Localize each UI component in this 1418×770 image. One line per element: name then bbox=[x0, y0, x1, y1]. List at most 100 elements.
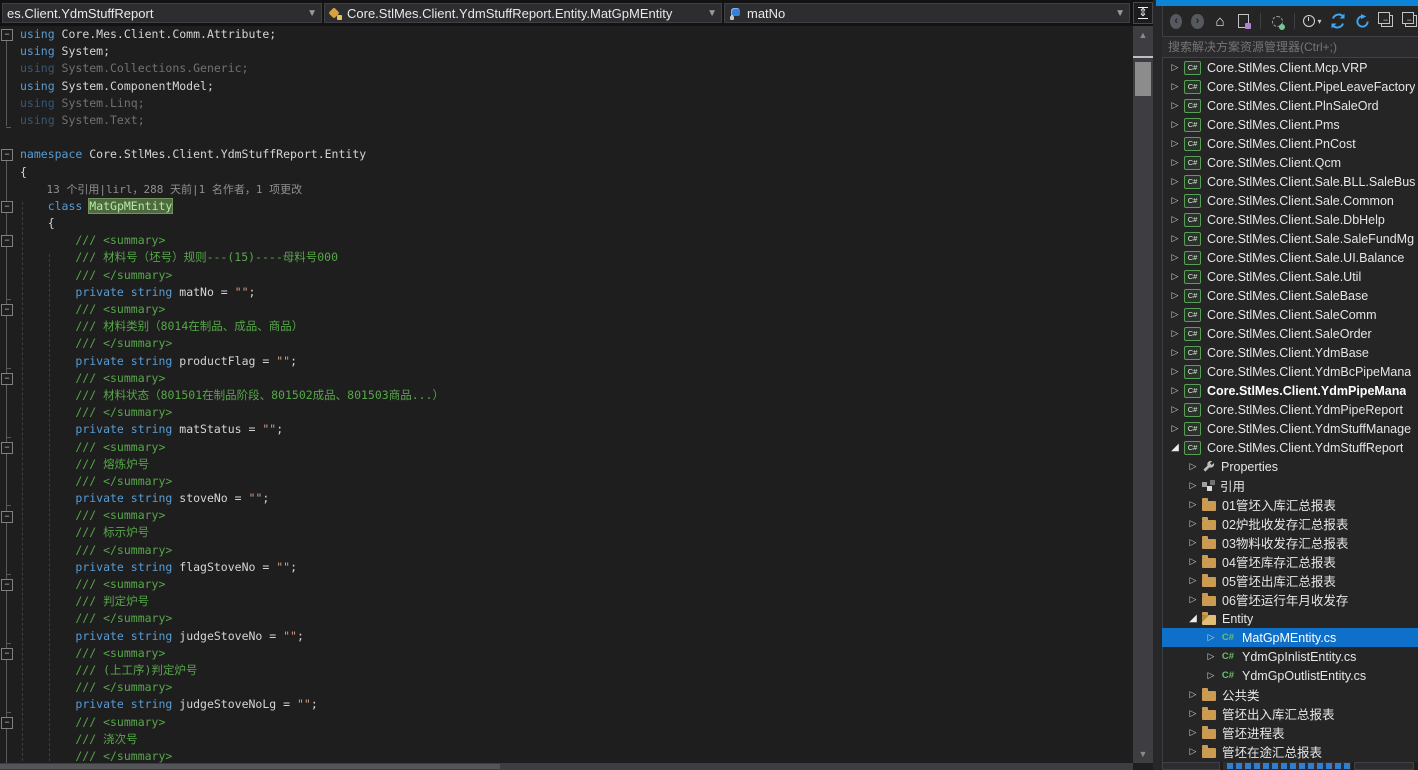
code-line[interactable]: /// 材料状态（801501在制品阶段、801502成品、801503商品..… bbox=[20, 387, 444, 404]
code-text[interactable]: using Core.Mes.Client.Comm.Attribute;usi… bbox=[20, 26, 444, 763]
code-line[interactable]: using System; bbox=[20, 43, 444, 60]
chevron-collapsed-icon[interactable]: ▷ bbox=[1204, 651, 1218, 662]
tree-item-02-[interactable]: ▷02炉批收发存汇总报表 bbox=[1162, 514, 1418, 533]
bottom-tab-active[interactable] bbox=[1223, 762, 1351, 770]
scroll-up-arrow-icon[interactable]: ▲ bbox=[1133, 28, 1153, 42]
code-line[interactable]: using Core.Mes.Client.Comm.Attribute; bbox=[20, 26, 444, 43]
tree-item-core-stlmes-client-ydmpipereport[interactable]: ▷C#Core.StlMes.Client.YdmPipeReport bbox=[1162, 400, 1418, 419]
chevron-collapsed-icon[interactable]: ▷ bbox=[1204, 632, 1218, 643]
tree-item-core-stlmes-client-mcp-vrp[interactable]: ▷C#Core.StlMes.Client.Mcp.VRP bbox=[1162, 58, 1418, 77]
home-button[interactable]: ⌂ bbox=[1213, 12, 1228, 30]
tree-item--[interactable]: ▷公共类 bbox=[1162, 685, 1418, 704]
chevron-collapsed-icon[interactable]: ▷ bbox=[1186, 689, 1200, 700]
tree-item--[interactable]: ▷管坯进程表 bbox=[1162, 723, 1418, 742]
code-line[interactable]: /// (上工序)判定炉号 bbox=[20, 662, 444, 679]
chevron-collapsed-icon[interactable]: ▷ bbox=[1186, 727, 1200, 738]
code-line[interactable]: /// </summary> bbox=[20, 473, 444, 490]
tree-item-core-stlmes-client-sale-bll-salebus[interactable]: ▷C#Core.StlMes.Client.Sale.BLL.SaleBus bbox=[1162, 172, 1418, 191]
collapse-all-button[interactable] bbox=[1379, 12, 1394, 30]
chevron-collapsed-icon[interactable]: ▷ bbox=[1186, 499, 1200, 510]
chevron-collapsed-icon[interactable]: ▷ bbox=[1168, 176, 1182, 187]
tree-item-core-stlmes-client-pms[interactable]: ▷C#Core.StlMes.Client.Pms bbox=[1162, 115, 1418, 134]
code-line[interactable]: /// </summary> bbox=[20, 610, 444, 627]
chevron-collapsed-icon[interactable]: ▷ bbox=[1186, 480, 1200, 491]
chevron-collapsed-icon[interactable]: ▷ bbox=[1168, 347, 1182, 358]
chevron-collapsed-icon[interactable]: ▷ bbox=[1204, 670, 1218, 681]
code-line[interactable]: private string matNo = ""; bbox=[20, 284, 444, 301]
chevron-collapsed-icon[interactable]: ▷ bbox=[1168, 100, 1182, 111]
tree-item-core-stlmes-client-ydmbcpipemana[interactable]: ▷C#Core.StlMes.Client.YdmBcPipeMana bbox=[1162, 362, 1418, 381]
editor-vertical-scrollbar[interactable]: ▲ ▼ bbox=[1133, 26, 1153, 763]
back-button[interactable]: ‹ bbox=[1170, 14, 1182, 29]
tree-item--[interactable]: ▷引用 bbox=[1162, 476, 1418, 495]
fold-collapse-box[interactable]: − bbox=[1, 149, 13, 161]
tree-item-core-stlmes-client-ydmpipemana[interactable]: ▷C#Core.StlMes.Client.YdmPipeMana bbox=[1162, 381, 1418, 400]
code-line[interactable]: /// <summary> bbox=[20, 370, 444, 387]
code-line[interactable]: /// 判定炉号 bbox=[20, 593, 444, 610]
chevron-collapsed-icon[interactable]: ▷ bbox=[1168, 195, 1182, 206]
code-line[interactable]: using System.Text; bbox=[20, 112, 444, 129]
code-line[interactable]: private string productFlag = ""; bbox=[20, 353, 444, 370]
chevron-collapsed-icon[interactable]: ▷ bbox=[1168, 271, 1182, 282]
tree-item-core-stlmes-client-pipeleavefactory[interactable]: ▷C#Core.StlMes.Client.PipeLeaveFactory bbox=[1162, 77, 1418, 96]
fold-collapse-box[interactable]: − bbox=[1, 201, 13, 213]
type-dropdown[interactable]: Core.StlMes.Client.YdmStuffReport.Entity… bbox=[324, 3, 722, 23]
tree-item-entity[interactable]: ◢Entity bbox=[1162, 609, 1418, 628]
code-line[interactable]: private string matStatus = ""; bbox=[20, 421, 444, 438]
code-line[interactable]: /// <summary> bbox=[20, 576, 444, 593]
code-line[interactable]: /// 熔炼炉号 bbox=[20, 456, 444, 473]
tree-item-core-stlmes-client-salecomm[interactable]: ▷C#Core.StlMes.Client.SaleComm bbox=[1162, 305, 1418, 324]
chevron-collapsed-icon[interactable]: ▷ bbox=[1186, 537, 1200, 548]
fold-collapse-box[interactable]: − bbox=[1, 235, 13, 247]
tree-item-core-stlmes-client-pncost[interactable]: ▷C#Core.StlMes.Client.PnCost bbox=[1162, 134, 1418, 153]
code-line[interactable]: /// 材料类别（8014在制品、成品、商品） bbox=[20, 318, 444, 335]
fold-collapse-box[interactable]: − bbox=[1, 304, 13, 316]
chevron-collapsed-icon[interactable]: ▷ bbox=[1168, 404, 1182, 415]
code-line[interactable]: using System.Linq; bbox=[20, 95, 444, 112]
chevron-collapsed-icon[interactable]: ▷ bbox=[1168, 309, 1182, 320]
project-dropdown[interactable]: es.Client.YdmStuffReport ▼ bbox=[2, 3, 322, 23]
pending-changes-filter-button[interactable] bbox=[1270, 12, 1285, 30]
scroll-down-arrow-icon[interactable]: ▼ bbox=[1133, 747, 1153, 761]
chevron-expanded-icon[interactable]: ◢ bbox=[1168, 442, 1182, 453]
chevron-collapsed-icon[interactable]: ▷ bbox=[1168, 423, 1182, 434]
bottom-tab[interactable] bbox=[1354, 762, 1414, 770]
tree-item-ydmgpoutlistentity-cs[interactable]: ▷C#YdmGpOutlistEntity.cs bbox=[1162, 666, 1418, 685]
fold-collapse-box[interactable]: − bbox=[1, 717, 13, 729]
code-line[interactable]: /// <summary> bbox=[20, 507, 444, 524]
code-line[interactable]: /// <summary> bbox=[20, 439, 444, 456]
tree-item-06-[interactable]: ▷06管坯运行年月收发存 bbox=[1162, 590, 1418, 609]
tree-item-core-stlmes-client-ydmstuffreport[interactable]: ◢C#Core.StlMes.Client.YdmStuffReport bbox=[1162, 438, 1418, 457]
code-line[interactable]: /// <summary> bbox=[20, 232, 444, 249]
tree-item-core-stlmes-client-sale-ui-balance[interactable]: ▷C#Core.StlMes.Client.Sale.UI.Balance bbox=[1162, 248, 1418, 267]
code-line[interactable] bbox=[20, 129, 444, 146]
bottom-tab[interactable] bbox=[1162, 762, 1220, 770]
tree-item--[interactable]: ▷管坯在途汇总报表 bbox=[1162, 742, 1418, 761]
fold-collapse-box[interactable]: − bbox=[1, 442, 13, 454]
tree-item-properties[interactable]: ▷Properties bbox=[1162, 457, 1418, 476]
chevron-collapsed-icon[interactable]: ▷ bbox=[1168, 62, 1182, 73]
chevron-collapsed-icon[interactable]: ▷ bbox=[1168, 157, 1182, 168]
chevron-collapsed-icon[interactable]: ▷ bbox=[1186, 708, 1200, 719]
tree-item-05-[interactable]: ▷05管坯出库汇总报表 bbox=[1162, 571, 1418, 590]
tree-item-core-stlmes-client-salebase[interactable]: ▷C#Core.StlMes.Client.SaleBase bbox=[1162, 286, 1418, 305]
show-all-files-button[interactable] bbox=[1403, 12, 1418, 30]
code-line[interactable]: /// </summary> bbox=[20, 404, 444, 421]
tree-item-core-stlmes-client-plnsaleord[interactable]: ▷C#Core.StlMes.Client.PlnSaleOrd bbox=[1162, 96, 1418, 115]
code-line[interactable]: using System.Collections.Generic; bbox=[20, 60, 444, 77]
tree-item-03-[interactable]: ▷03物料收发存汇总报表 bbox=[1162, 533, 1418, 552]
history-button[interactable]: ▾ bbox=[1303, 12, 1321, 30]
tree-item-core-stlmes-client-sale-common[interactable]: ▷C#Core.StlMes.Client.Sale.Common bbox=[1162, 191, 1418, 210]
chevron-collapsed-icon[interactable]: ▷ bbox=[1168, 385, 1182, 396]
chevron-collapsed-icon[interactable]: ▷ bbox=[1186, 594, 1200, 605]
chevron-collapsed-icon[interactable]: ▷ bbox=[1186, 556, 1200, 567]
code-line[interactable]: /// <summary> bbox=[20, 645, 444, 662]
refresh-button[interactable] bbox=[1355, 12, 1370, 30]
code-line[interactable]: private string flagStoveNo = ""; bbox=[20, 559, 444, 576]
chevron-collapsed-icon[interactable]: ▷ bbox=[1186, 575, 1200, 586]
code-editor[interactable]: −−−−−−−−−−− using Core.Mes.Client.Comm.A… bbox=[0, 26, 1133, 763]
panel-splitter[interactable] bbox=[1153, 0, 1162, 770]
member-dropdown[interactable]: matNo ▼ bbox=[724, 3, 1130, 23]
fold-collapse-box[interactable]: − bbox=[1, 648, 13, 660]
tree-item--[interactable]: ▷管坯出入库汇总报表 bbox=[1162, 704, 1418, 723]
